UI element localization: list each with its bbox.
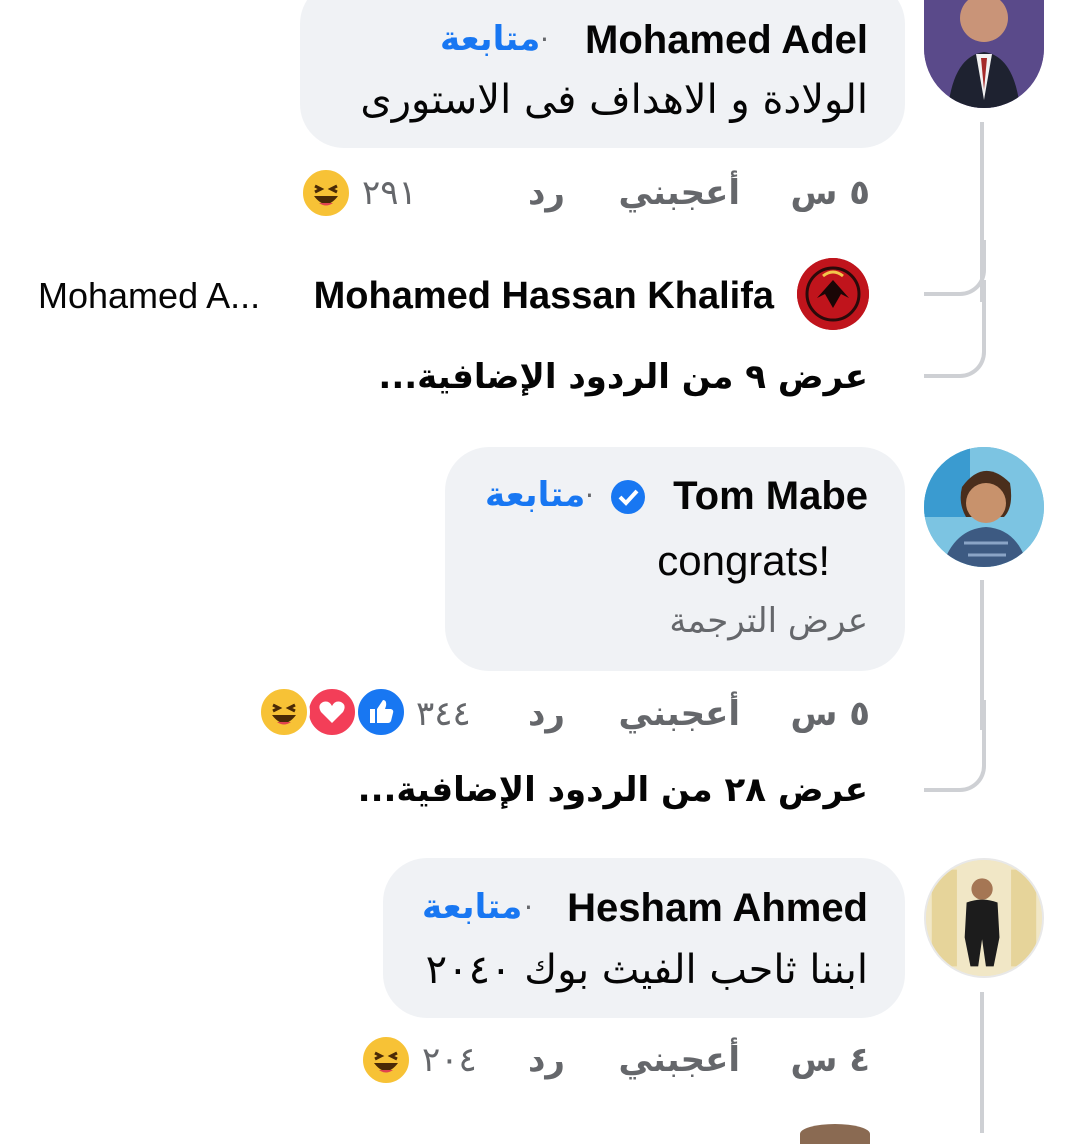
- next-avatar-edge: [800, 1124, 870, 1144]
- comment-time[interactable]: ٤ س: [790, 1043, 870, 1077]
- love-icon[interactable]: [306, 686, 358, 738]
- follow-link[interactable]: متابعة: [440, 22, 540, 56]
- reaction-count[interactable]: ٢٩١: [362, 176, 417, 210]
- comment-author[interactable]: Mohamed Adel: [585, 20, 868, 60]
- comment-author[interactable]: Tom Mabe: [673, 476, 868, 516]
- avatar-mohamed-hassan-khalifa[interactable]: [797, 258, 869, 330]
- comment-text: congrats!: [657, 537, 830, 584]
- like-button[interactable]: أعجبني: [618, 1043, 740, 1077]
- separator-dot: ·: [524, 891, 533, 924]
- reply-author[interactable]: Mohamed Hassan Khalifa: [314, 277, 774, 315]
- club-logo-icon: [797, 258, 869, 330]
- avatar-mohamed-adel[interactable]: [924, 0, 1044, 108]
- like-button[interactable]: أعجبني: [618, 697, 740, 731]
- verified-badge-icon: [610, 479, 646, 515]
- follow-link[interactable]: متابعة: [422, 890, 522, 924]
- follow-link[interactable]: متابعة: [485, 478, 585, 512]
- see-translation-link[interactable]: عرض الترجمة: [669, 604, 868, 638]
- view-more-replies[interactable]: عرض ٩ من الردود الإضافية...: [378, 360, 868, 394]
- reply-button[interactable]: رد: [528, 1043, 565, 1077]
- reaction-count[interactable]: ٢٠٤: [422, 1043, 477, 1077]
- separator-dot: ·: [540, 23, 549, 56]
- haha-icon[interactable]: [258, 686, 310, 738]
- comment-text: الولادة و الاهداف فى الاستورى: [360, 77, 868, 123]
- comment-time[interactable]: ٥ س: [790, 697, 870, 731]
- reaction-count[interactable]: ٣٤٤: [416, 697, 471, 731]
- comment-text: ابننا ثاحب الفيث بوك ٢٠٤٠: [425, 947, 868, 993]
- thread-connector: [924, 280, 986, 378]
- haha-icon[interactable]: [300, 167, 352, 219]
- comment-author[interactable]: Hesham Ahmed: [567, 888, 868, 928]
- view-more-replies[interactable]: عرض ٢٨ من الردود الإضافية...: [358, 773, 868, 807]
- separator-dot: ·: [585, 479, 594, 512]
- like-icon[interactable]: [355, 686, 407, 738]
- reply-button[interactable]: رد: [528, 176, 565, 210]
- like-button[interactable]: أعجبني: [618, 176, 740, 210]
- person-photo-icon: [924, 0, 1044, 108]
- thread-line: [980, 992, 984, 1133]
- avatar-hesham-ahmed[interactable]: [924, 858, 1044, 978]
- comment-bubble: [383, 858, 905, 1018]
- reply-snippet[interactable]: Mohamed A...: [38, 278, 260, 314]
- haha-icon[interactable]: [360, 1034, 412, 1086]
- comment-time[interactable]: ٥ س: [790, 176, 870, 210]
- avatar-tom-mabe[interactable]: [924, 447, 1044, 567]
- person-photo-icon: [926, 860, 1042, 976]
- reply-button[interactable]: رد: [528, 697, 565, 731]
- person-photo-icon: [924, 447, 1044, 567]
- thread-connector: [924, 700, 986, 792]
